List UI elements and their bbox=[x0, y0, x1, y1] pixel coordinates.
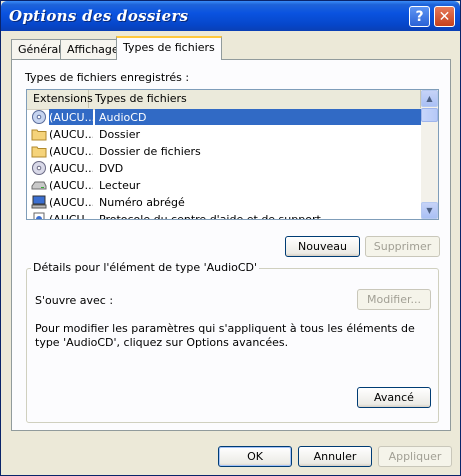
chevron-up-icon: ▲ bbox=[426, 94, 433, 103]
list-item[interactable]: (AUCU... Numéro abrégé bbox=[27, 194, 421, 211]
computer-icon bbox=[31, 195, 47, 209]
list-item-extension: (AUCU... bbox=[49, 213, 93, 220]
window-title: Options des dossiers bbox=[9, 7, 189, 25]
advanced-button[interactable]: Avancé bbox=[357, 387, 431, 408]
tab-file-types[interactable]: Types de fichiers bbox=[116, 36, 222, 60]
list-item[interactable]: (AUCU... Dossier de fichiers bbox=[27, 143, 421, 160]
list-item-type: AudioCD bbox=[95, 109, 421, 125]
file-types-list[interactable]: Extensions Types de fichiers (AUCU... Au… bbox=[26, 89, 439, 220]
help-file-icon bbox=[33, 212, 45, 219]
list-item-type: Lecteur bbox=[99, 179, 141, 192]
details-description: Pour modifier les paramètres qui s'appli… bbox=[35, 322, 415, 349]
list-item-type: Dossier bbox=[99, 128, 141, 141]
list-item-extension: (AUCU... bbox=[49, 162, 93, 175]
tab-panel-file-types: Types de fichiers enregistrés : Extensio… bbox=[11, 59, 451, 431]
list-item[interactable]: (AUCU... AudioCD bbox=[27, 109, 421, 126]
list-item-type: Protocole du centre d'aide et de support bbox=[99, 213, 321, 220]
list-item-type: DVD bbox=[99, 162, 124, 175]
close-icon: ✕ bbox=[438, 8, 451, 25]
list-item-extension: (AUCU... bbox=[49, 179, 93, 192]
column-file-types[interactable]: Types de fichiers bbox=[89, 90, 421, 108]
details-group-title: Détails pour l'élément de type 'AudioCD' bbox=[31, 261, 260, 274]
scroll-down-button[interactable]: ▼ bbox=[421, 202, 438, 219]
list-item-extension: (AUCU... bbox=[49, 145, 93, 158]
folder-icon bbox=[31, 129, 47, 141]
list-item[interactable]: (AUCU... Lecteur bbox=[27, 177, 421, 194]
list-item-extension: (AUCU... bbox=[49, 196, 93, 209]
list-item[interactable]: (AUCU... DVD bbox=[27, 160, 421, 177]
registered-types-label: Types de fichiers enregistrés : bbox=[25, 71, 190, 84]
list-item-type: Numéro abrégé bbox=[99, 196, 185, 209]
title-bar[interactable]: Options des dossiers ? ✕ bbox=[1, 1, 460, 31]
list-header: Extensions Types de fichiers bbox=[27, 90, 421, 110]
help-button[interactable]: ? bbox=[409, 6, 430, 27]
dvd-icon bbox=[32, 161, 46, 175]
folder-options-dialog: Options des dossiers ? ✕ Général Afficha… bbox=[0, 0, 461, 476]
cancel-button[interactable]: Annuler bbox=[298, 446, 372, 467]
close-button[interactable]: ✕ bbox=[434, 6, 455, 27]
folder-icon bbox=[31, 146, 47, 158]
apply-button[interactable]: Appliquer bbox=[378, 446, 452, 467]
list-item-extension: (AUCU... bbox=[49, 128, 93, 141]
opens-with-label: S'ouvre avec : bbox=[35, 294, 114, 307]
delete-button[interactable]: Supprimer bbox=[365, 236, 440, 257]
list-item-extension: (AUCU... bbox=[49, 109, 93, 125]
drive-icon bbox=[31, 181, 47, 190]
ok-button[interactable]: OK bbox=[218, 446, 292, 467]
modify-button[interactable]: Modifier... bbox=[357, 289, 431, 310]
scroll-thumb[interactable] bbox=[421, 108, 438, 122]
audio-cd-icon bbox=[32, 110, 46, 124]
dialog-button-bar: OK Annuler Appliquer bbox=[1, 431, 460, 475]
new-button[interactable]: Nouveau bbox=[285, 236, 360, 257]
help-icon: ? bbox=[415, 8, 424, 25]
list-item[interactable]: (AUCU... Protocole du centre d'aide et d… bbox=[27, 211, 421, 220]
scroll-up-button[interactable]: ▲ bbox=[421, 90, 438, 107]
list-item-type: Dossier de fichiers bbox=[99, 145, 201, 158]
vertical-scrollbar[interactable]: ▲ ▼ bbox=[421, 90, 438, 219]
chevron-down-icon: ▼ bbox=[426, 206, 433, 215]
column-extensions[interactable]: Extensions bbox=[27, 90, 93, 108]
list-item[interactable]: (AUCU... Dossier bbox=[27, 126, 421, 143]
